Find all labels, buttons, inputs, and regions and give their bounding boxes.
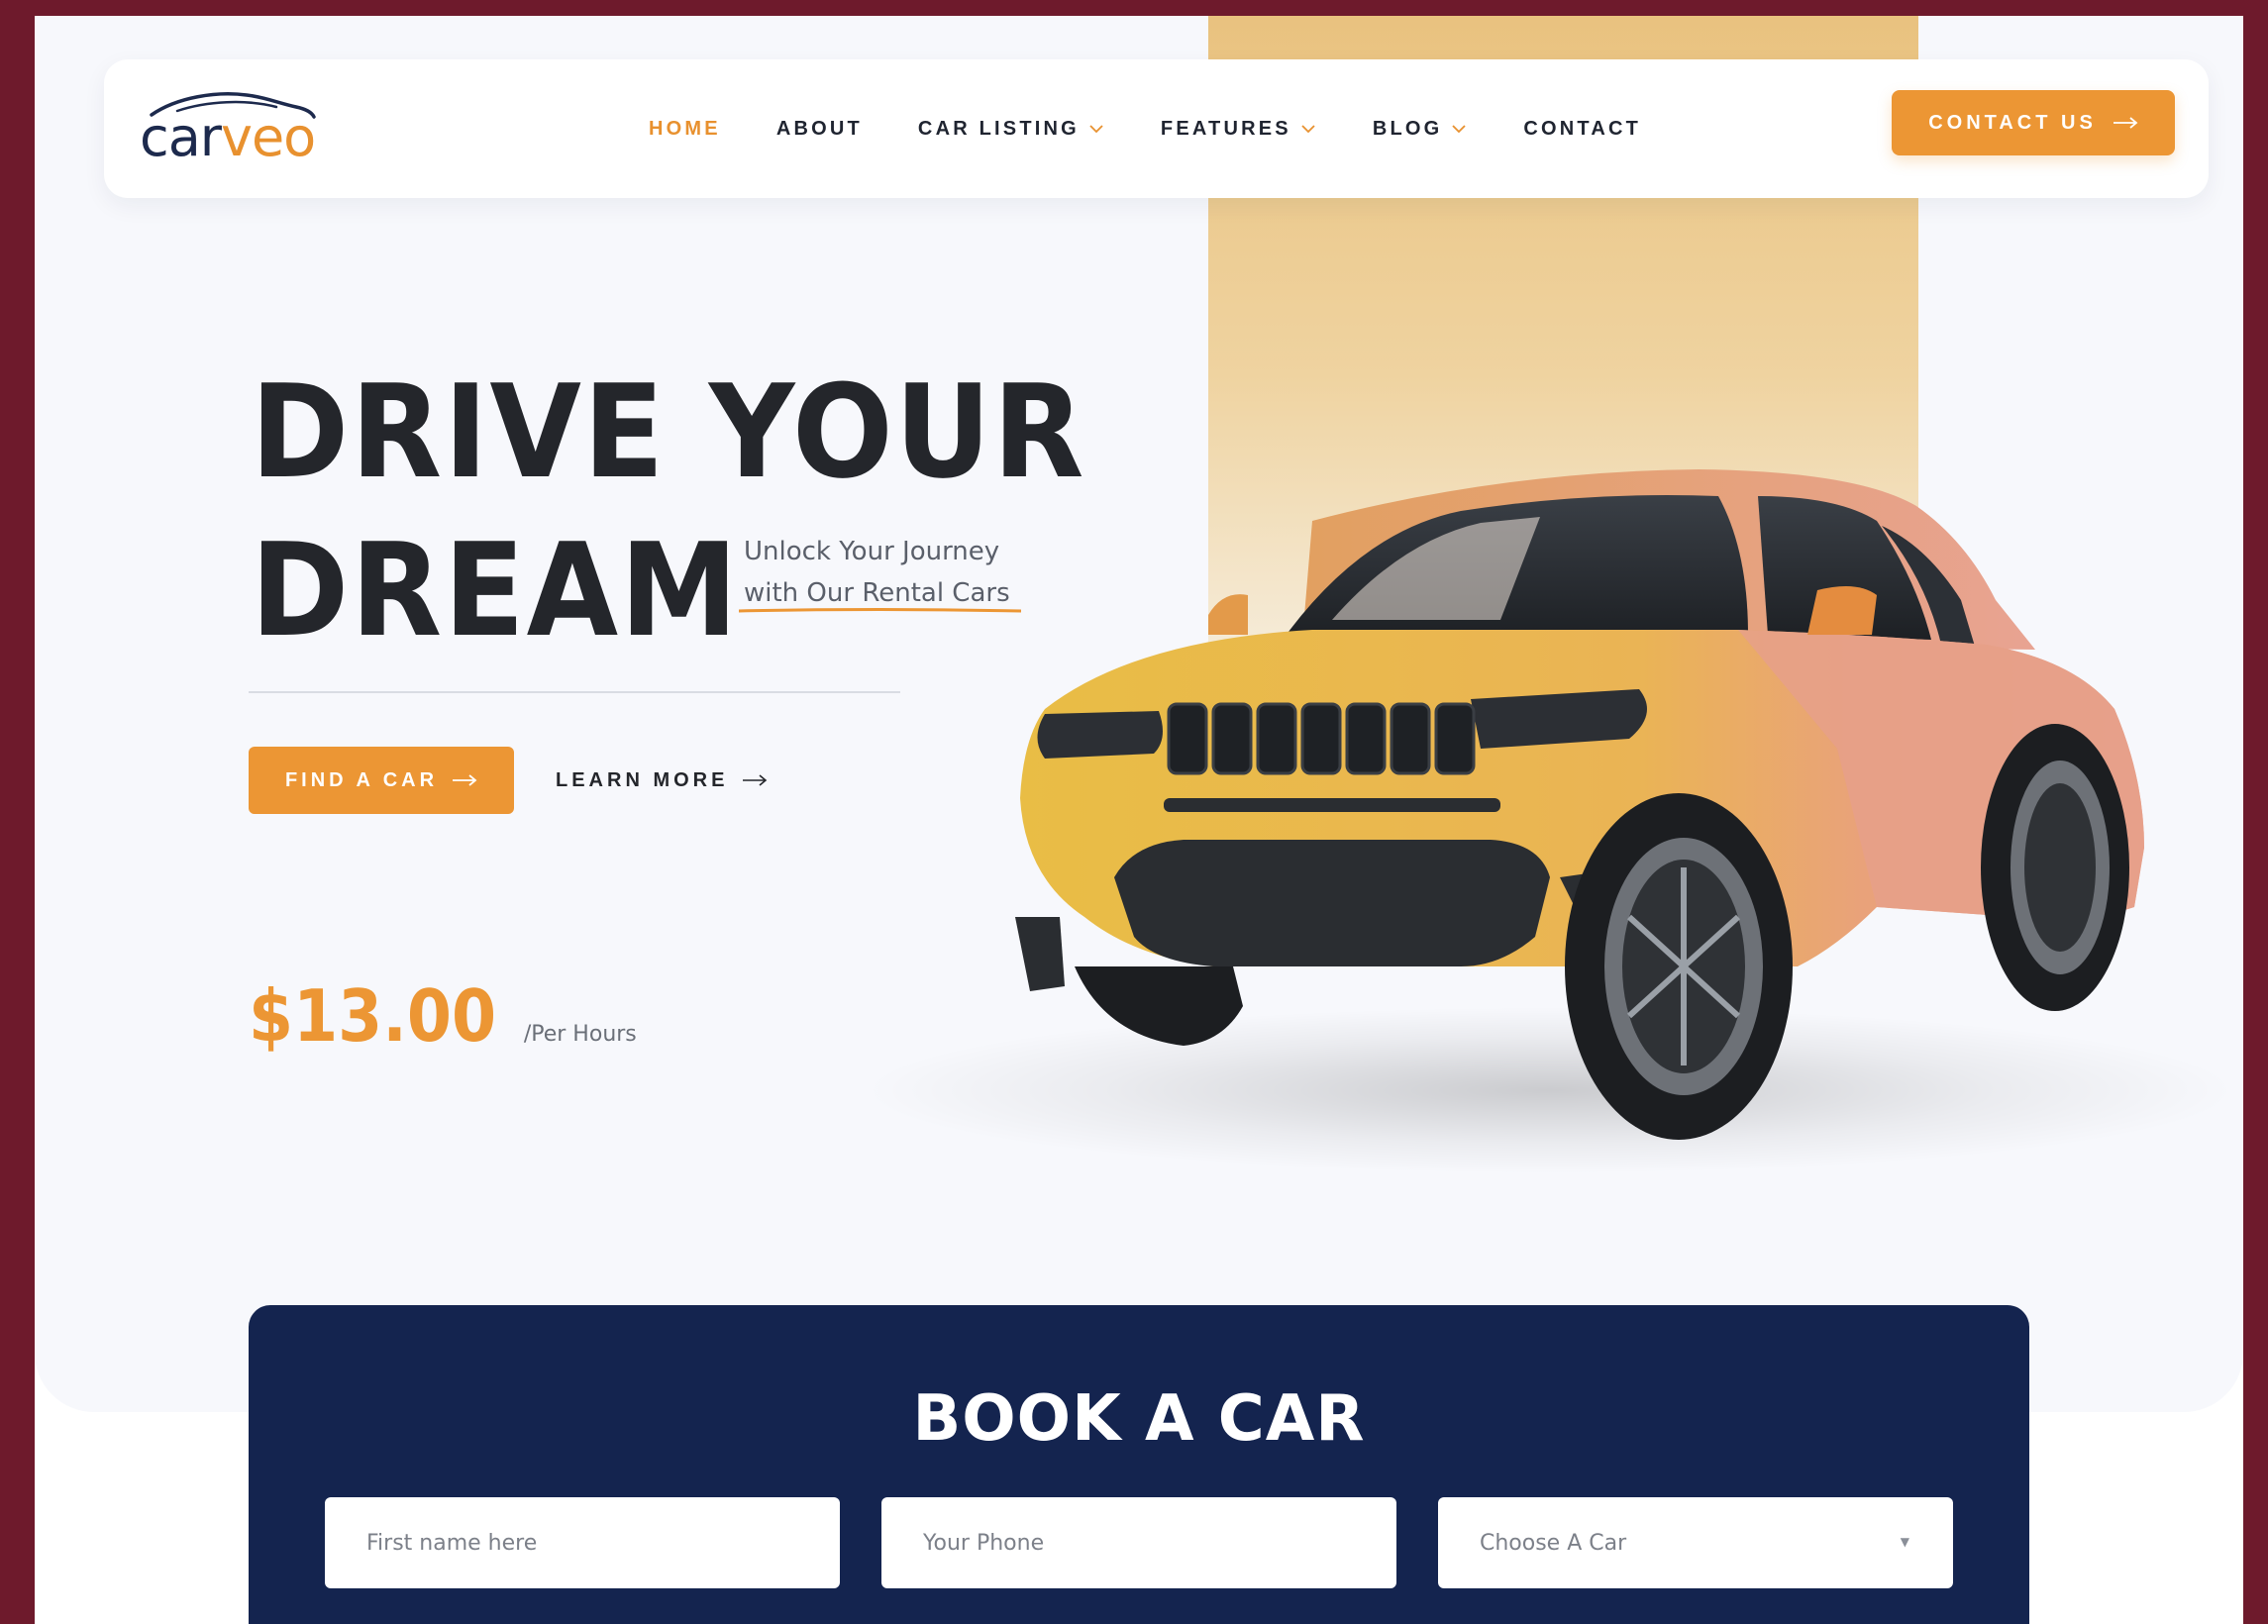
learn-more-link[interactable]: LEARN MORE [556,747,768,814]
contact-us-label: CONTACT US [1928,111,2097,134]
site-header: carveo HOME ABOUT CAR LISTING FEATURES B… [104,59,2209,198]
nav-item-label: FEATURES [1160,117,1291,140]
logo-wordmark: carveo [140,111,316,164]
nav-item-home[interactable]: HOME [649,118,721,141]
chevron-down-icon [1452,125,1467,134]
booking-panel: BOOK A CAR Choose A Car ▼ [249,1305,2029,1624]
car-select-value: Choose A Car [1480,1530,1627,1556]
car-select[interactable]: Choose A Car ▼ [1438,1497,1953,1588]
arrow-right-icon [743,774,768,786]
first-name-field[interactable] [325,1497,840,1588]
nav-item-about[interactable]: ABOUT [776,118,863,141]
contact-us-button[interactable]: CONTACT US [1892,90,2175,155]
price-display: $13.00 /Per Hours [249,974,637,1058]
find-a-car-label: FIND A CAR [284,768,439,791]
main-nav: HOME ABOUT CAR LISTING FEATURES BLOG CON… [649,59,1697,198]
hero-section: carveo HOME ABOUT CAR LISTING FEATURES B… [35,16,2243,1412]
price-unit: /Per Hours [523,1022,637,1047]
nav-item-label: CONTACT [1523,117,1642,140]
nav-item-label: HOME [649,117,721,140]
booking-title: BOOK A CAR [912,1382,1366,1456]
nav-item-features[interactable]: FEATURES [1161,118,1317,141]
price-value: $13.00 [249,974,497,1058]
logo[interactable]: carveo [140,89,318,168]
page: carveo HOME ABOUT CAR LISTING FEATURES B… [35,16,2243,1624]
nav-item-car-listing[interactable]: CAR LISTING [918,118,1105,141]
chevron-down-icon [1301,125,1315,134]
nav-item-label: ABOUT [775,117,863,140]
nav-item-blog[interactable]: BLOG [1373,118,1469,141]
chevron-down-icon [1089,125,1103,134]
suv-car-image [1015,469,2144,1140]
logo-text-veo: veo [220,106,316,168]
hero-headline-line1: DRIVE YOUR [251,356,1086,507]
nav-item-label: BLOG [1372,117,1443,140]
learn-more-label: LEARN MORE [556,768,729,791]
arrow-right-icon [2113,117,2138,129]
caret-down-icon: ▼ [1900,1535,1909,1549]
tagline-underline [739,608,1021,613]
hero-headline: DRIVE YOUR DREAM [251,353,1085,669]
find-a-car-button[interactable]: FIND A CAR [249,747,514,814]
phone-input[interactable] [923,1530,1396,1556]
first-name-input[interactable] [366,1530,840,1556]
logo-text-car: car [140,106,222,168]
nav-item-label: CAR LISTING [917,117,1080,140]
nav-item-contact[interactable]: CONTACT [1523,118,1641,141]
phone-field[interactable] [881,1497,1396,1588]
arrow-right-icon [453,774,477,786]
hero-divider [249,691,900,693]
